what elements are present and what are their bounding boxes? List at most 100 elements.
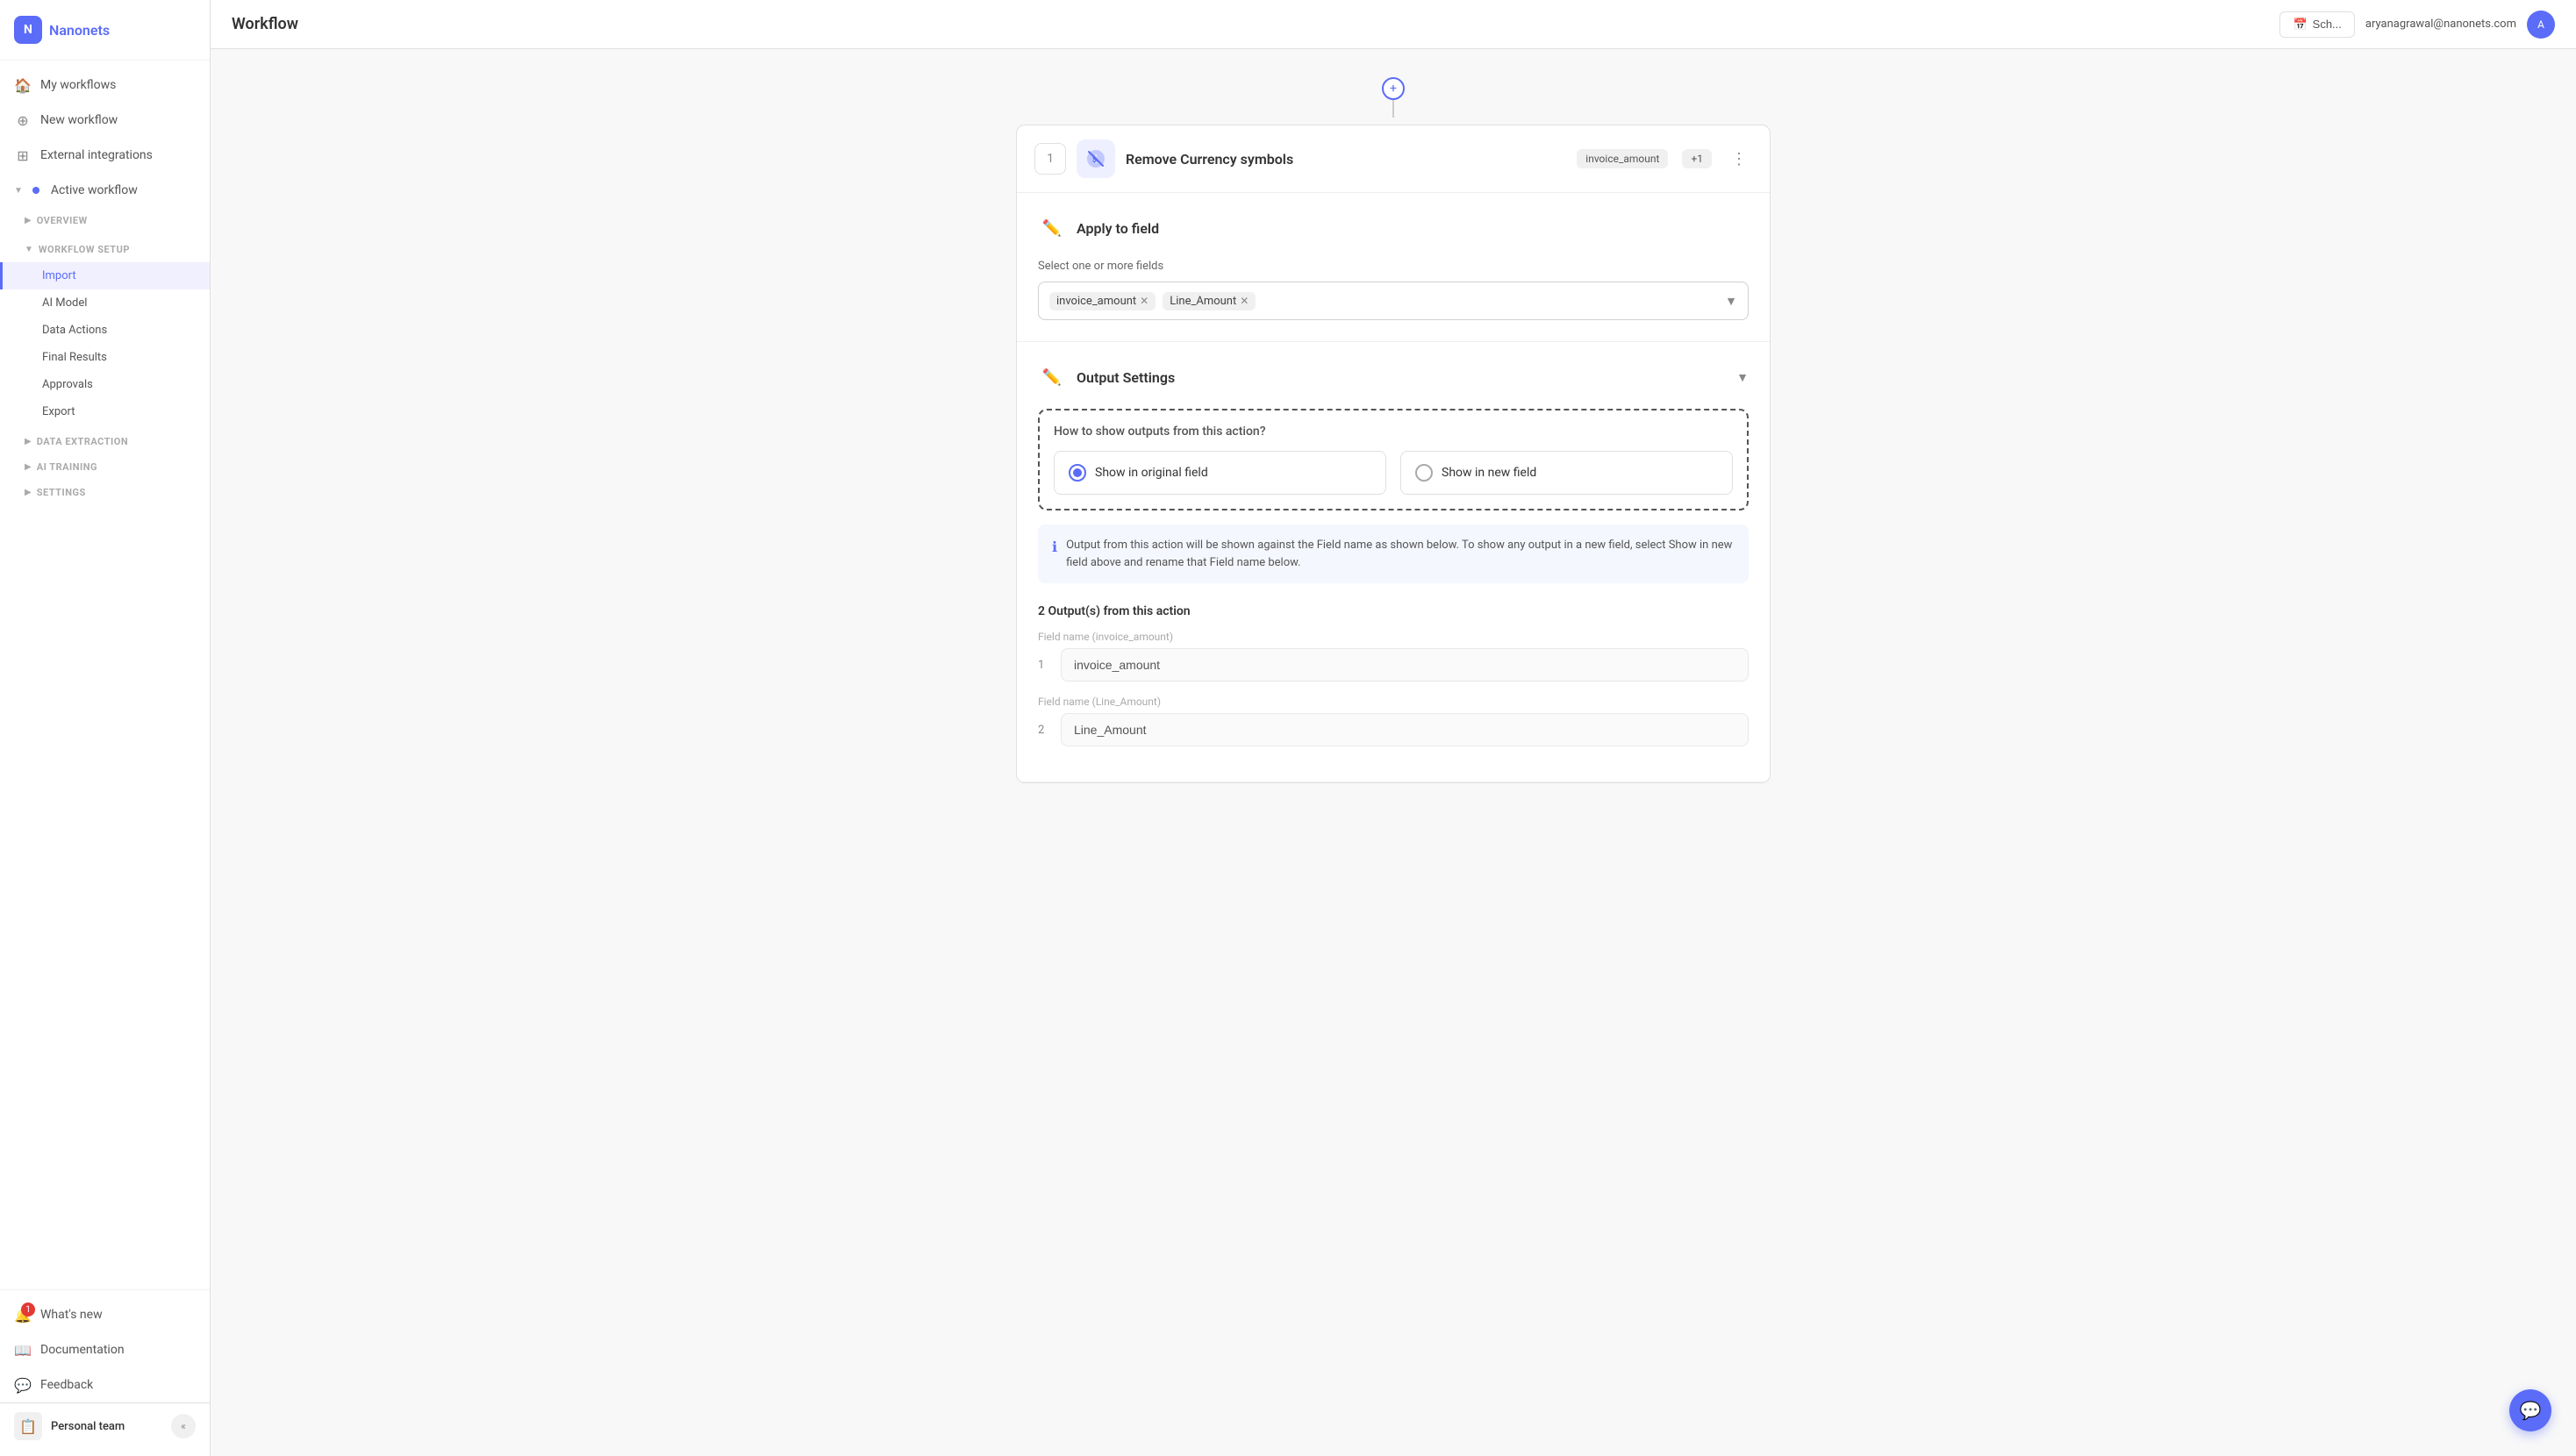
approvals-label: Approvals: [42, 378, 93, 391]
output-field-2: Field name (Line_Amount) 2: [1038, 696, 1749, 746]
chat-bubble-icon: 💬: [2520, 1400, 2542, 1421]
chevron-left-icon: «: [181, 1420, 186, 1432]
more-options-button[interactable]: ⋮: [1726, 146, 1752, 172]
tag-line-label: Line_Amount: [1170, 295, 1236, 308]
content-area: + 1 $ Remove Currency symbols invoice_am…: [211, 49, 2576, 1456]
sidebar-section-ai-training[interactable]: ▶ AI TRAINING: [0, 454, 210, 480]
radio-original: [1069, 464, 1086, 482]
sidebar-item-feedback[interactable]: 💬 Feedback: [0, 1367, 210, 1402]
user-email: aryanagrawal@nanonets.com: [2365, 18, 2516, 31]
field-1-number: 1: [1038, 659, 1052, 672]
field-1-label-main: Field name: [1038, 631, 1092, 643]
add-step-button[interactable]: +: [1382, 77, 1405, 100]
plus-icon: +: [1390, 82, 1397, 96]
step-tag-invoice: invoice_amount: [1577, 149, 1668, 168]
sidebar-item-documentation[interactable]: 📖 Documentation: [0, 1332, 210, 1367]
radio-inner-original: [1073, 468, 1082, 477]
sidebar-item-active-workflow[interactable]: ▼ Active workflow: [0, 173, 210, 208]
connector-line: [1392, 100, 1394, 118]
sidebar-sub-item-final-results[interactable]: Final Results: [0, 344, 210, 371]
tag-invoice-label: invoice_amount: [1056, 295, 1136, 308]
output-options: Show in original field Show in new field: [1054, 451, 1733, 495]
option-original-label: Show in original field: [1095, 466, 1208, 480]
sidebar-item-whats-new[interactable]: 🔔 1 What's new: [0, 1297, 210, 1332]
plus-circle-icon: ⊕: [14, 111, 32, 129]
field-1-input[interactable]: [1061, 648, 1749, 682]
sidebar-item-new-workflow[interactable]: ⊕ New workflow: [0, 103, 210, 138]
sidebar-item-label: New workflow: [40, 113, 118, 127]
sidebar-section-workflow-setup[interactable]: ▼ WORKFLOW SETUP: [0, 237, 210, 262]
chevron-right-icon: ▶: [25, 488, 32, 497]
step-title: Remove Currency symbols: [1126, 151, 1566, 168]
topbar: Workflow 📅 Sch... aryanagrawal@nanonets.…: [211, 0, 2576, 49]
field-multi-select[interactable]: invoice_amount ✕ Line_Amount ✕ ▼: [1038, 282, 1749, 320]
option-show-original[interactable]: Show in original field: [1054, 451, 1386, 495]
output-question: How to show outputs from this action?: [1054, 425, 1733, 439]
active-workflow-icon: [28, 182, 46, 199]
svg-text:$: $: [1092, 155, 1097, 165]
info-icon: ℹ: [1052, 539, 1057, 571]
personal-team-name: Personal team: [51, 1420, 125, 1433]
option-show-new[interactable]: Show in new field: [1400, 451, 1733, 495]
sidebar-section-data-extraction[interactable]: ▶ DATA EXTRACTION: [0, 429, 210, 454]
step-icon: $: [1077, 139, 1115, 178]
sidebar-item-external-integrations[interactable]: ⊞ External integrations: [0, 138, 210, 173]
logo-letter: N: [24, 23, 32, 37]
option-new-label: Show in new field: [1442, 466, 1536, 480]
sidebar-sub-item-ai-model[interactable]: AI Model: [0, 289, 210, 317]
field-2-input[interactable]: [1061, 713, 1749, 746]
field-2-label-sub: (Line_Amount): [1092, 696, 1161, 708]
sidebar-sub-item-approvals[interactable]: Approvals: [0, 371, 210, 398]
info-box: ℹ Output from this action will be shown …: [1038, 525, 1749, 583]
overview-label: OVERVIEW: [37, 215, 88, 226]
sidebar-sub-item-import[interactable]: Import: [0, 262, 210, 289]
sidebar-item-label: Active workflow: [51, 183, 138, 197]
user-avatar[interactable]: A: [2527, 11, 2555, 39]
chat-icon: 💬: [14, 1376, 32, 1394]
collapse-sidebar-button[interactable]: «: [171, 1414, 196, 1438]
remove-line-amount[interactable]: ✕: [1240, 295, 1249, 307]
chat-bubble-button[interactable]: 💬: [2509, 1389, 2551, 1431]
sidebar-section-overview[interactable]: ▶ OVERVIEW: [0, 208, 210, 233]
sidebar-section-settings[interactable]: ▶ SETTINGS: [0, 480, 210, 505]
final-results-label: Final Results: [42, 351, 107, 364]
schedule-button[interactable]: 📅 Sch...: [2279, 11, 2354, 38]
output-options-container: How to show outputs from this action? Sh…: [1038, 409, 1749, 510]
schedule-icon: 📅: [2293, 18, 2307, 32]
workflow-setup-label: WORKFLOW SETUP: [39, 244, 130, 255]
chevron-right-icon: ▶: [25, 216, 32, 225]
schedule-label: Sch...: [2313, 18, 2342, 31]
sidebar-sub-item-data-actions[interactable]: Data Actions: [0, 317, 210, 344]
currency-remove-icon: $: [1085, 148, 1106, 169]
field-2-label-main: Field name: [1038, 696, 1092, 708]
chevron-right-icon: ▶: [25, 437, 32, 446]
grid-icon: ⊞: [14, 146, 32, 164]
home-icon: 🏠: [14, 76, 32, 94]
sidebar-sub-item-export[interactable]: Export: [0, 398, 210, 425]
book-icon: 📖: [14, 1341, 32, 1359]
tag-line-amount: Line_Amount ✕: [1163, 292, 1256, 310]
notification-badge: 1: [21, 1303, 35, 1317]
field-2-label: Field name (Line_Amount): [1038, 696, 1749, 708]
dropdown-arrow-icon: ▼: [1725, 294, 1737, 309]
sidebar-item-my-workflows[interactable]: 🏠 My workflows: [0, 68, 210, 103]
personal-team-avatar: 📋: [14, 1412, 42, 1440]
section-collapse-chevron[interactable]: ▼: [1736, 370, 1749, 385]
sidebar-item-label: My workflows: [40, 78, 116, 92]
main-content: Workflow 📅 Sch... aryanagrawal@nanonets.…: [211, 0, 2576, 1456]
step-number: 1: [1034, 143, 1066, 175]
workflow-connector: +: [1016, 70, 1771, 125]
field-2-number: 2: [1038, 724, 1052, 737]
topbar-right: 📅 Sch... aryanagrawal@nanonets.com A: [2279, 11, 2555, 39]
avatar-initial: A: [2537, 18, 2544, 31]
workflow-card: 1 $ Remove Currency symbols invoice_amou…: [1016, 125, 1771, 783]
workflow-card-header: 1 $ Remove Currency symbols invoice_amou…: [1017, 125, 1770, 193]
output-settings-section: ✏️ Output Settings ▼ How to show outputs…: [1017, 342, 1770, 782]
sidebar-navigation: 🏠 My workflows ⊕ New workflow ⊞ External…: [0, 61, 210, 1289]
remove-invoice-amount[interactable]: ✕: [1140, 295, 1148, 307]
apply-to-field-title: Apply to field: [1077, 220, 1749, 237]
personal-team-info: 📋 Personal team: [14, 1412, 125, 1440]
sidebar-bottom: 🔔 1 What's new 📖 Documentation 💬 Feedbac…: [0, 1289, 210, 1456]
sidebar-item-label: External integrations: [40, 148, 153, 162]
data-extraction-label: DATA EXTRACTION: [37, 436, 128, 447]
